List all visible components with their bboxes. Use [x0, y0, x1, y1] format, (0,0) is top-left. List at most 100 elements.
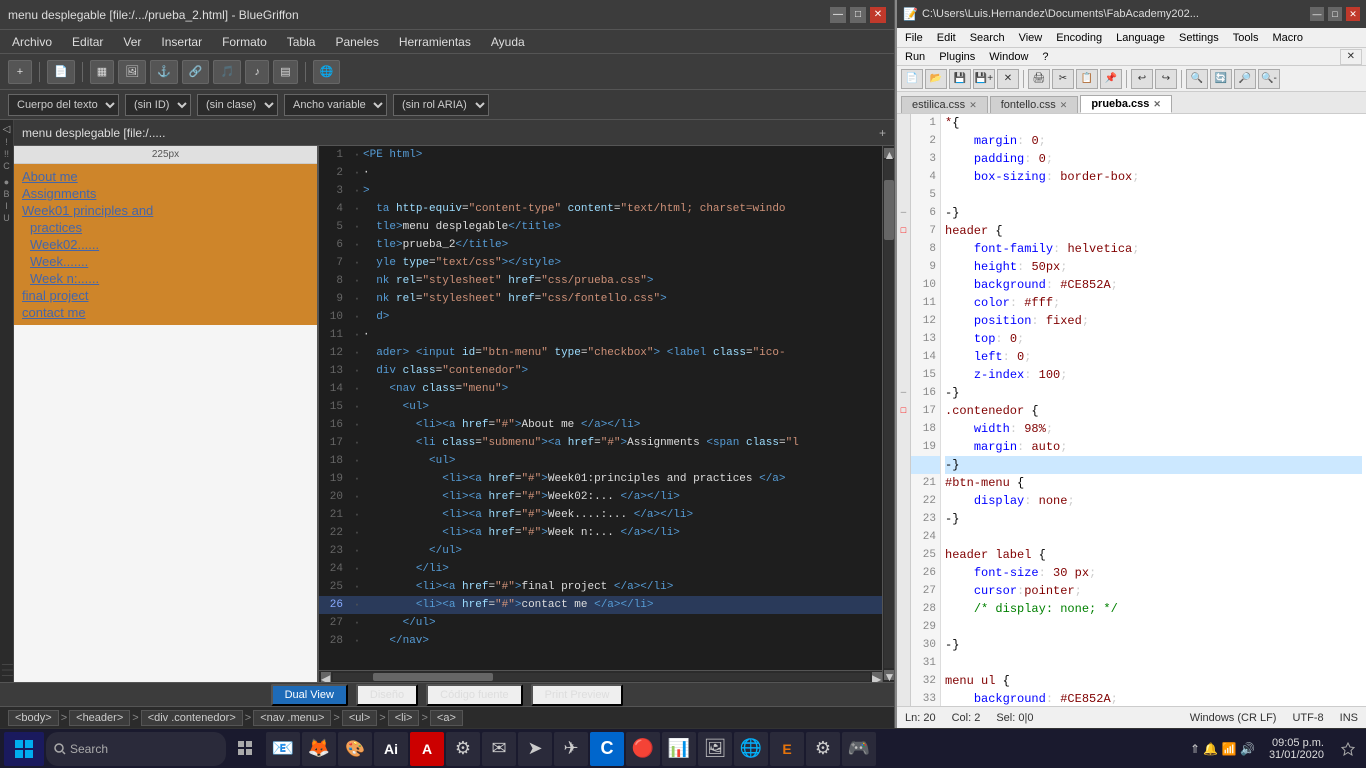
nav-item-about[interactable]: About me — [22, 168, 309, 185]
dual-view-tab[interactable]: Dual View — [271, 684, 348, 706]
aria-select[interactable]: (sin rol ARIA) — [393, 94, 489, 116]
npp-cut-btn[interactable]: ✂ — [1052, 69, 1074, 89]
left-panel-icon-3[interactable]: !! — [4, 149, 9, 159]
taskbar-app-outlook[interactable]: 📧 — [266, 732, 300, 766]
taskbar-clock[interactable]: 09:05 p.m. 31/01/2020 — [1261, 737, 1332, 761]
menu-insertar[interactable]: Insertar — [157, 33, 206, 51]
taskbar-app-firefox[interactable]: 🦊 — [302, 732, 336, 766]
breadcrumb-body[interactable]: <body> — [8, 710, 59, 726]
taskbar-app-game[interactable]: 🎮 — [842, 732, 876, 766]
npp-language[interactable]: Language — [1112, 30, 1169, 46]
npp-close-btn[interactable]: ✕ — [1346, 7, 1360, 21]
npp-minimize-btn[interactable]: — — [1310, 7, 1324, 21]
npp-tab-prueba[interactable]: prueba.css ✕ — [1080, 95, 1172, 113]
npp-save-btn[interactable]: 💾 — [949, 69, 971, 89]
npp-plugins[interactable]: Plugins — [935, 49, 979, 65]
breadcrumb-a[interactable]: <a> — [430, 710, 463, 726]
nav-item-weekn[interactable]: Week n:...... — [22, 270, 309, 287]
npp-macro[interactable]: Macro — [1268, 30, 1307, 46]
taskbar-app-ai[interactable]: Ai — [374, 732, 408, 766]
menu-ayuda[interactable]: Ayuda — [487, 33, 529, 51]
npp-undo-btn[interactable]: ↩ — [1131, 69, 1153, 89]
print-tab[interactable]: Print Preview — [531, 684, 624, 706]
left-panel-icon-2[interactable]: ! — [5, 137, 8, 147]
taskbar-app-settings[interactable]: ⚙ — [806, 732, 840, 766]
taskbar-app-mail[interactable]: ✉ — [482, 732, 516, 766]
new-doc-button[interactable]: 📄 — [47, 60, 75, 84]
id-select[interactable]: (sin ID) — [125, 94, 191, 116]
npp-print-btn[interactable]: 🖨 — [1028, 69, 1050, 89]
taskbar-app-chart[interactable]: 📊 — [662, 732, 696, 766]
v-scrollbar-thumb[interactable] — [884, 180, 894, 240]
class-select[interactable]: (sin clase) — [197, 94, 278, 116]
left-panel-icon-1[interactable]: ◁ — [3, 124, 11, 135]
npp-new-btn[interactable]: 📄 — [901, 69, 923, 89]
taskbar-app-red[interactable]: 🔴 — [626, 732, 660, 766]
breadcrumb-header[interactable]: <header> — [69, 710, 130, 726]
fold-16[interactable]: ─ — [897, 384, 911, 402]
nav-item-final[interactable]: final project — [22, 287, 309, 304]
breadcrumb-div[interactable]: <div .contenedor> — [141, 710, 243, 726]
npp-search[interactable]: Search — [966, 30, 1009, 46]
npp-window[interactable]: Window — [985, 49, 1032, 65]
npp-zoomout-btn[interactable]: 🔍- — [1258, 69, 1280, 89]
scroll-right-btn[interactable]: ▶ — [872, 672, 882, 682]
systray-icons[interactable]: ⇑ 🔔 📶 🔊 — [1190, 742, 1255, 756]
menu-formato[interactable]: Formato — [218, 33, 271, 51]
npp-encoding[interactable]: Encoding — [1052, 30, 1106, 46]
taskbar-app-c[interactable]: C — [590, 732, 624, 766]
link-button[interactable]: 🔗 — [182, 60, 210, 84]
npp-help[interactable]: ? — [1038, 49, 1052, 65]
taskbar-search[interactable]: Search — [46, 732, 226, 766]
npp-find-btn[interactable]: 🔍 — [1186, 69, 1208, 89]
npp-close-btn2[interactable]: ✕ — [997, 69, 1019, 89]
npp-paste-btn[interactable]: 📌 — [1100, 69, 1122, 89]
npp-zoomin-btn[interactable]: 🔎 — [1234, 69, 1256, 89]
npp-copy-btn[interactable]: 📋 — [1076, 69, 1098, 89]
image-button[interactable]: 🖼 — [118, 60, 146, 84]
npp-tools[interactable]: Tools — [1229, 30, 1263, 46]
taskbar-app-e[interactable]: E — [770, 732, 804, 766]
globe-button[interactable]: 🌐 — [313, 60, 341, 84]
nav-item-contact[interactable]: contact me — [22, 304, 309, 321]
breadcrumb-li[interactable]: <li> — [388, 710, 420, 726]
fold-7[interactable]: □ — [897, 222, 911, 240]
npp-tab-prueba-close[interactable]: ✕ — [1153, 99, 1161, 110]
anchor-button[interactable]: ⚓ — [150, 60, 178, 84]
fold-6[interactable]: ─ — [897, 204, 911, 222]
menu-tabla[interactable]: Tabla — [283, 33, 320, 51]
taskbar-app-acrobat[interactable]: A — [410, 732, 444, 766]
taskbar-app-globe[interactable]: 🌐 — [734, 732, 768, 766]
media-button[interactable]: 🎵 — [213, 60, 241, 84]
add-button[interactable]: + — [8, 60, 32, 84]
npp-view[interactable]: View — [1015, 30, 1047, 46]
left-panel-icon-8[interactable]: U — [3, 213, 10, 223]
nav-item-assignments[interactable]: Assignments — [22, 185, 309, 202]
start-button[interactable] — [4, 732, 44, 766]
menu-ver[interactable]: Ver — [119, 33, 145, 51]
scroll-down-btn[interactable]: ▼ — [884, 670, 894, 680]
npp-tab-fontello-close[interactable]: ✕ — [1060, 100, 1068, 111]
left-panel-icon-5[interactable]: ● — [4, 177, 9, 187]
taskbar-app-image[interactable]: 🖼 — [698, 732, 732, 766]
fold-1[interactable] — [897, 114, 911, 132]
width-select[interactable]: Ancho variable — [284, 94, 387, 116]
breadcrumb-ul[interactable]: <ul> — [342, 710, 377, 726]
npp-save-all-btn[interactable]: 💾+ — [973, 69, 995, 89]
breadcrumb-nav[interactable]: <nav .menu> — [253, 710, 331, 726]
minimize-button[interactable]: — — [830, 7, 846, 23]
npp-file[interactable]: File — [901, 30, 927, 46]
h-scrollbar-thumb[interactable] — [373, 673, 493, 681]
left-panel-icon-7[interactable]: I — [5, 201, 8, 211]
nav-item-week01[interactable]: Week01 principles and — [22, 202, 309, 219]
taskbar-app-dw[interactable]: 🎨 — [338, 732, 372, 766]
npp-tab-estilica-close[interactable]: ✕ — [969, 100, 977, 111]
horizontal-scrollbar[interactable]: ◀ ▶ — [319, 670, 882, 682]
menu-herramientas[interactable]: Herramientas — [395, 33, 475, 51]
task-view-btn[interactable] — [228, 732, 264, 766]
menu-editar[interactable]: Editar — [68, 33, 107, 51]
close-button[interactable]: ✕ — [870, 7, 886, 23]
npp-redo-btn[interactable]: ↪ — [1155, 69, 1177, 89]
scroll-left-btn[interactable]: ◀ — [321, 672, 331, 682]
npp-run[interactable]: Run — [901, 49, 929, 65]
